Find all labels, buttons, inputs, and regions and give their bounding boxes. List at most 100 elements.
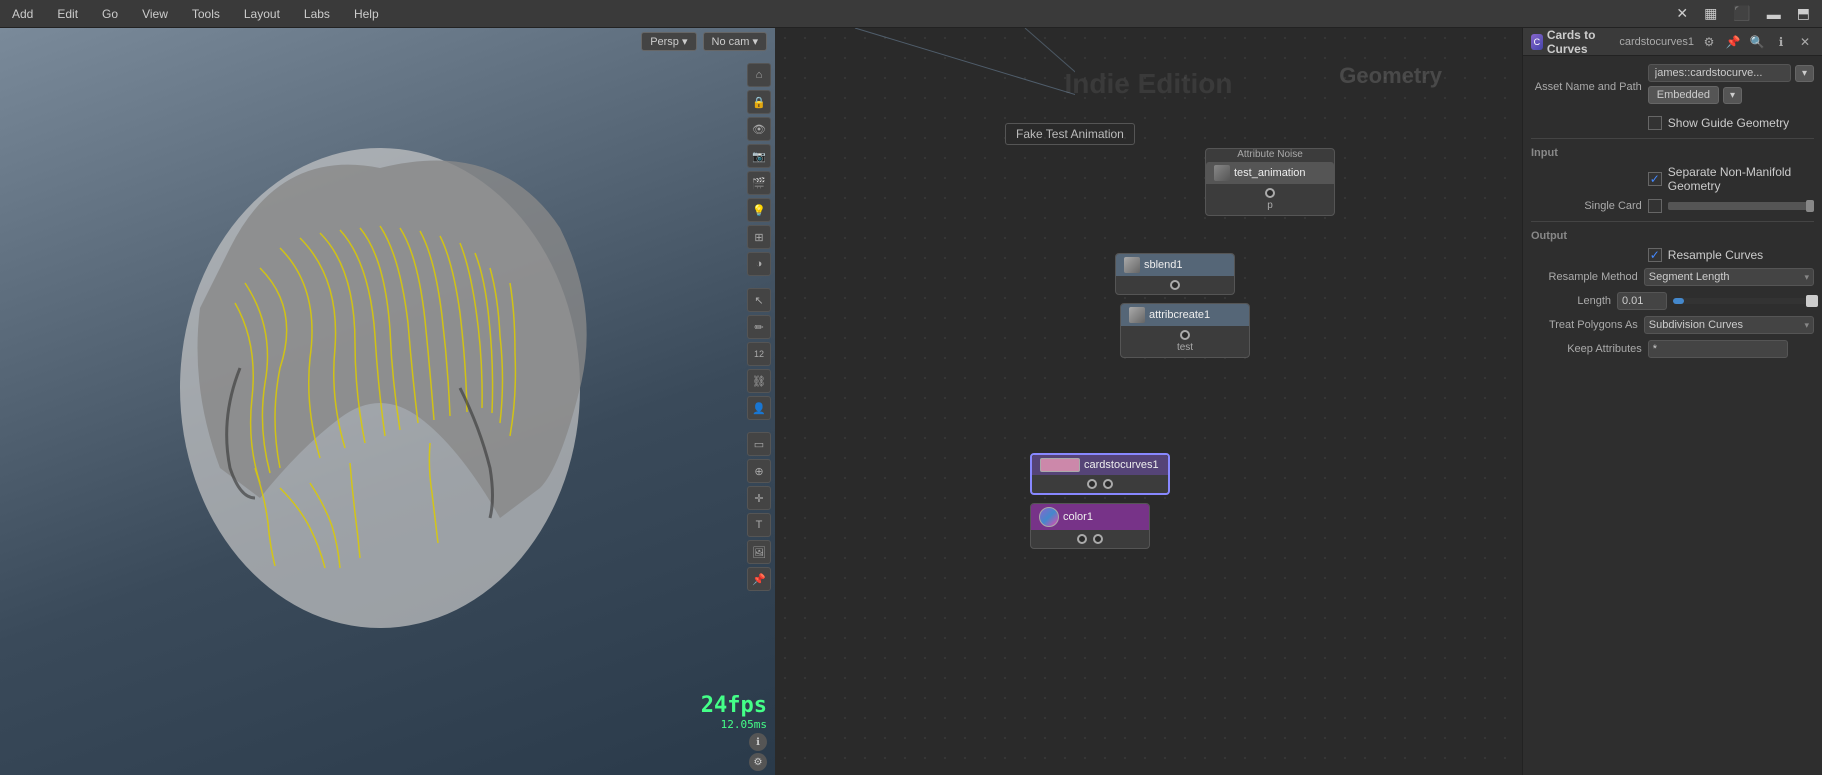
viewport-sidebar: ⌂ 🔒 👁 📷 🎬 💡 ⊞ ◑ ↖ ✏ 12 ⛓ 👤 ▭ ⊕ ✛ T 🖼 📌 — [747, 63, 771, 591]
asset-name-label: Asset Name and Path — [1531, 81, 1642, 93]
panel-search-icon[interactable]: 🔍 — [1748, 33, 1766, 51]
node-test-animation[interactable]: Attribute Noise test_animation p — [1205, 148, 1335, 216]
viewport-lock-icon[interactable]: 🔒 — [747, 90, 771, 114]
node-cardstocurves1-port-in[interactable] — [1087, 479, 1097, 489]
viewport-render-icon[interactable]: 🎬 — [747, 171, 771, 195]
show-guide-label: Show Guide Geometry — [1668, 116, 1789, 130]
viewport-brush-icon[interactable]: ✏ — [747, 315, 771, 339]
menu-item-layout[interactable]: Layout — [240, 5, 284, 23]
asset-path-dropdown-btn[interactable]: ▾ — [1795, 65, 1814, 82]
treat-polygons-row: Treat Polygons As Subdivision Curves ▾ — [1531, 316, 1814, 334]
node-cardstocurves1[interactable]: cardstocurves1 — [1030, 453, 1170, 495]
settings-small-icon[interactable]: ⚙ — [749, 753, 767, 771]
node-editor-background — [775, 28, 1522, 775]
length-slider-bar[interactable] — [1673, 298, 1814, 304]
viewport-light-icon[interactable]: 💡 — [747, 198, 771, 222]
viewport-chain-icon[interactable]: ⛓ — [747, 369, 771, 393]
length-slider-thumb[interactable] — [1806, 295, 1818, 307]
node-attribcreate1-header: attribcreate1 — [1121, 304, 1249, 326]
menu-item-help[interactable]: Help — [350, 5, 383, 23]
viewport-shade-icon[interactable]: ◑ — [747, 252, 771, 276]
viewport-bottom-stats: 24fps 12.05ms ℹ ⚙ — [701, 693, 767, 771]
viewport-image-icon[interactable]: 🖼 — [747, 540, 771, 564]
embedded-dropdown-btn[interactable]: ▾ — [1723, 87, 1742, 104]
node-sblend1-header: sblend1 — [1116, 254, 1234, 276]
node-attribcreate1-port[interactable] — [1180, 330, 1190, 340]
menu-item-tools[interactable]: Tools — [188, 5, 224, 23]
node-color1-port-out[interactable] — [1093, 534, 1103, 544]
node-attribcreate1[interactable]: attribcreate1 test — [1120, 303, 1250, 358]
length-input[interactable] — [1617, 292, 1667, 310]
input-section-label: Input — [1531, 147, 1814, 159]
asset-name-row: Asset Name and Path ▾ Embedded ▾ — [1531, 64, 1814, 110]
menu-item-labs[interactable]: Labs — [300, 5, 334, 23]
panel-pin-icon[interactable]: 📌 — [1724, 33, 1742, 51]
resample-method-dropdown[interactable]: Segment Length ▾ — [1644, 268, 1814, 286]
main-content: Persp ▾ No cam ▾ ⌂ 🔒 👁 📷 🎬 💡 ⊞ ◑ ↖ ✏ 12 … — [0, 28, 1822, 775]
node-color1-port-in[interactable] — [1077, 534, 1087, 544]
node-attribcreate1-name: attribcreate1 — [1149, 309, 1210, 321]
viewport-select-icon[interactable]: ↖ — [747, 288, 771, 312]
expand-icon[interactable]: ⬒ — [1793, 3, 1814, 24]
camera-button[interactable]: No cam ▾ — [703, 32, 767, 51]
viewport-pin-icon[interactable]: 📌 — [747, 567, 771, 591]
panel-info-icon[interactable]: ℹ — [1772, 33, 1790, 51]
viewport-transform-icon[interactable]: ⊕ — [747, 459, 771, 483]
viewport-rect-icon[interactable]: ▭ — [747, 432, 771, 456]
panel-header-icons: ⚙ 📌 🔍 ℹ ✕ — [1700, 33, 1814, 51]
node-color1[interactable]: color1 — [1030, 503, 1150, 549]
single-card-checkbox[interactable] — [1648, 199, 1662, 213]
node-test-animation-port[interactable] — [1265, 188, 1275, 198]
panel-title-section: C Cards to Curves cardstocurves1 — [1531, 28, 1694, 56]
node-sblend1-name: sblend1 — [1144, 259, 1183, 271]
node-sblend1-port[interactable] — [1170, 280, 1180, 290]
output-section-label: Output — [1531, 230, 1814, 242]
viewport-text-icon[interactable]: T — [747, 513, 771, 537]
node-editor[interactable]: Indie Edition Geometry Fake Test Animati… — [775, 28, 1522, 775]
resample-method-value: Segment Length — [1649, 271, 1730, 283]
info-icon[interactable]: ℹ — [749, 733, 767, 751]
viewport-home-icon[interactable]: ⌂ — [747, 63, 771, 87]
menu-item-go[interactable]: Go — [98, 5, 122, 23]
panel-gear-icon[interactable]: ⚙ — [1700, 33, 1718, 51]
node-test-animation-name: test_animation — [1234, 167, 1306, 179]
viewport-12-icon[interactable]: 12 — [747, 342, 771, 366]
properties-panel: C Cards to Curves cardstocurves1 ⚙ 📌 🔍 ℹ… — [1522, 28, 1822, 775]
fake-animation-node[interactable]: Fake Test Animation — [1005, 123, 1135, 145]
layout-wide-icon[interactable]: ▬ — [1763, 4, 1785, 24]
show-guide-checkbox[interactable] — [1648, 116, 1662, 130]
viewport-camera-icon[interactable]: 📷 — [747, 144, 771, 168]
resample-method-arrow: ▾ — [1804, 272, 1809, 283]
node-color1-icon — [1039, 507, 1059, 527]
input-divider — [1531, 138, 1814, 139]
panel-close-icon[interactable]: ✕ — [1796, 33, 1814, 51]
viewport-grid-icon[interactable]: ⊞ — [747, 225, 771, 249]
length-row: Length — [1531, 292, 1814, 310]
node-sblend1[interactable]: sblend1 — [1115, 253, 1235, 295]
close-icon[interactable]: ✕ — [1672, 3, 1692, 24]
node-attribcreate1-body: test — [1121, 326, 1249, 357]
keep-attributes-dropdown[interactable]: * — [1648, 340, 1788, 358]
resample-curves-checkbox[interactable]: ✓ — [1648, 248, 1662, 262]
separate-nonmanifold-checkbox[interactable]: ✓ — [1648, 172, 1662, 186]
menu-item-edit[interactable]: Edit — [53, 5, 82, 23]
node-test-animation-icon — [1214, 165, 1230, 181]
length-slider-fill — [1673, 298, 1684, 304]
asset-path-input[interactable] — [1648, 64, 1791, 82]
keep-attributes-value: * — [1653, 343, 1657, 355]
perspective-button[interactable]: Persp ▾ — [641, 32, 696, 51]
treat-polygons-dropdown[interactable]: Subdivision Curves ▾ — [1644, 316, 1814, 334]
layout-split-icon[interactable]: ⬛ — [1729, 3, 1754, 24]
viewport-person-icon[interactable]: 👤 — [747, 396, 771, 420]
viewport-eye-icon[interactable]: 👁 — [747, 117, 771, 141]
show-guide-row: Show Guide Geometry — [1531, 116, 1814, 130]
menu-item-view[interactable]: View — [138, 5, 172, 23]
keep-attributes-row: Keep Attributes * — [1531, 340, 1814, 358]
single-card-label: Single Card — [1531, 200, 1642, 212]
length-label: Length — [1531, 295, 1611, 307]
menu-item-add[interactable]: Add — [8, 5, 37, 23]
layout-grid-icon[interactable]: ▦ — [1700, 3, 1721, 24]
viewport-move-icon[interactable]: ✛ — [747, 486, 771, 510]
embedded-button[interactable]: Embedded — [1648, 86, 1719, 104]
node-cardstocurves1-port-out[interactable] — [1103, 479, 1113, 489]
